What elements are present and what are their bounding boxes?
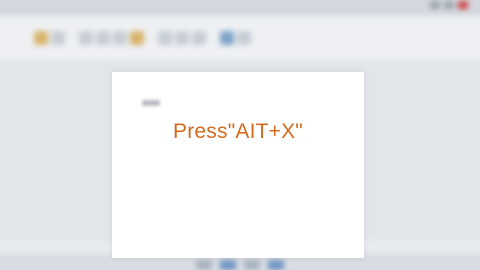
numbering-icon[interactable] [175, 31, 189, 45]
screen: Press"AIT+X" [0, 0, 480, 270]
minimize-icon[interactable] [430, 1, 440, 9]
styles-icon[interactable] [220, 31, 234, 45]
text-cursor [142, 100, 160, 106]
highlight-icon[interactable] [130, 31, 144, 45]
document-page[interactable]: Press"AIT+X" [112, 72, 364, 258]
italic-icon[interactable] [96, 31, 110, 45]
bold-icon[interactable] [79, 31, 93, 45]
taskbar-app-icon[interactable] [196, 260, 212, 270]
close-icon[interactable] [458, 1, 468, 9]
instruction-text: Press"AIT+X" [173, 120, 303, 143]
maximize-icon[interactable] [444, 1, 454, 9]
taskbar-app-icon[interactable] [268, 260, 284, 270]
cut-icon[interactable] [51, 31, 65, 45]
align-icon[interactable] [192, 31, 206, 45]
taskbar-app-icon[interactable] [244, 260, 260, 270]
bullets-icon[interactable] [158, 31, 172, 45]
window-controls [430, 1, 468, 9]
ribbon-group-font [79, 31, 144, 45]
title-bar [0, 0, 480, 16]
ribbon-group-clipboard [34, 31, 65, 45]
ribbon-group-styles [220, 31, 251, 45]
underline-icon[interactable] [113, 31, 127, 45]
find-icon[interactable] [237, 31, 251, 45]
ribbon-toolbar [0, 16, 480, 60]
ribbon-group-paragraph [158, 31, 206, 45]
paste-icon[interactable] [34, 31, 48, 45]
taskbar-app-icon[interactable] [220, 260, 236, 270]
